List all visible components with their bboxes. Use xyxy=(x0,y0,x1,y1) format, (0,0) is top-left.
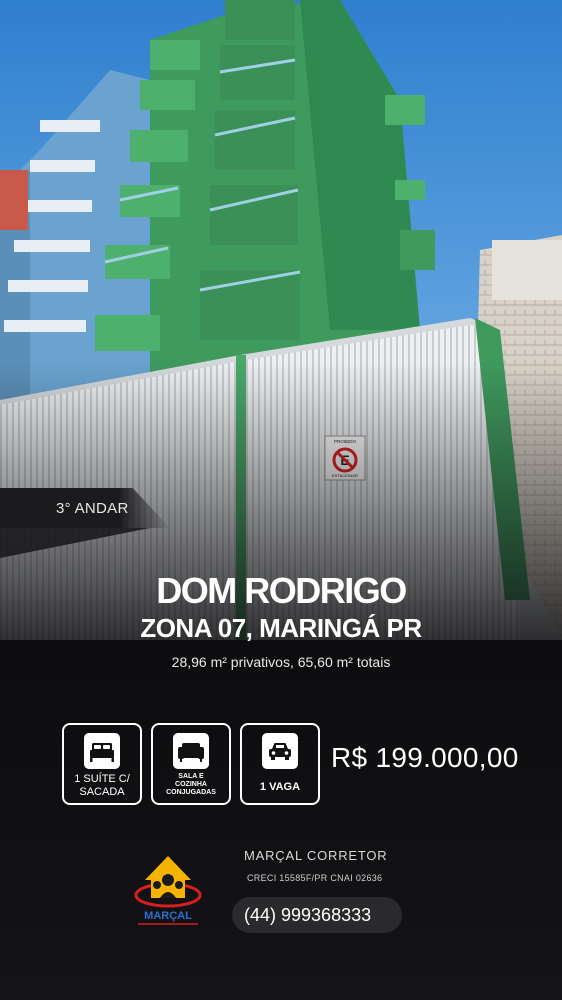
agent-creci: CRECI 15585F/PR CNAI 02636 xyxy=(247,873,383,883)
property-title: DOM RODRIGO xyxy=(156,570,407,611)
agent-name: MARÇAL CORRETOR xyxy=(244,848,388,863)
property-listing: E PROIBIDO ESTACIONAR 3° ANDAR DOM RODRI… xyxy=(0,0,562,1000)
feature-suite: 1 SUÍTE C/ SACADA xyxy=(62,723,142,805)
feature-parking: 1 VAGA xyxy=(240,723,320,805)
car-icon xyxy=(262,733,298,769)
floor-tag-shadow xyxy=(0,528,150,558)
feature-living-label: SALA E COZINHA CONJUGADAS xyxy=(166,773,216,796)
bed-icon xyxy=(84,733,120,769)
sofa-icon xyxy=(173,733,209,769)
floor-tag-label: 3° ANDAR xyxy=(56,500,129,517)
feature-suite-label: 1 SUÍTE C/ SACADA xyxy=(74,773,130,798)
area-text: 28,96 m² privativos, 65,60 m² totais xyxy=(171,654,391,670)
feature-living: SALA E COZINHA CONJUGADAS xyxy=(151,723,231,805)
logo-text: MARÇAL xyxy=(144,910,192,922)
phone-pill[interactable]: (44) 999368333 xyxy=(232,897,402,933)
marcal-logo: MARÇAL xyxy=(134,856,202,925)
property-location: ZONA 07, MARINGÁ PR xyxy=(140,613,422,643)
feature-parking-label: 1 VAGA xyxy=(259,781,301,793)
phone-number: (44) 999368333 xyxy=(244,905,372,925)
price: R$ 199.000,00 xyxy=(331,742,519,773)
